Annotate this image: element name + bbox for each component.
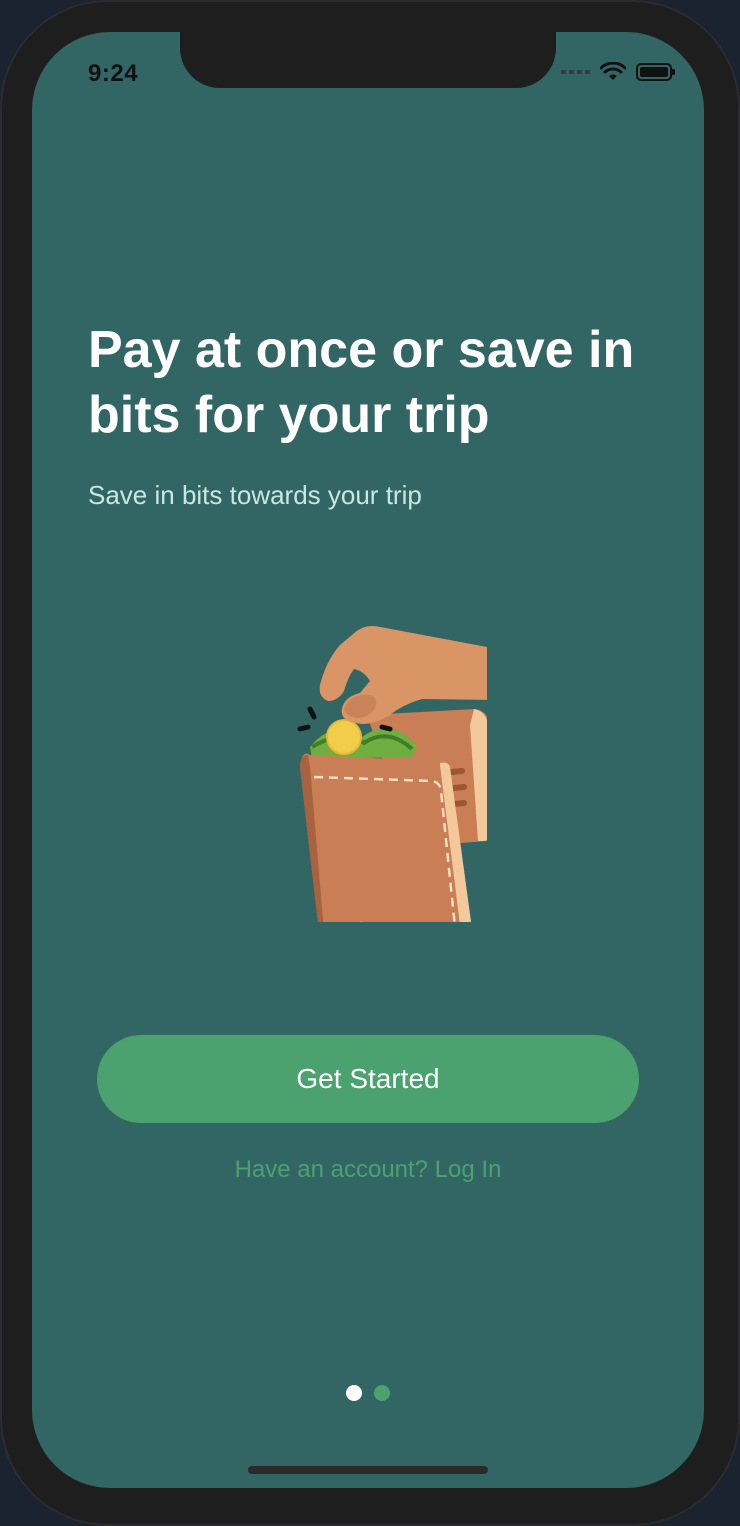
battery-icon [636,63,675,81]
page-dot-active[interactable] [346,1385,362,1401]
screen: 9:24 Pay at once or save in bits for you… [32,32,704,1488]
get-started-button[interactable]: Get Started [97,1035,639,1123]
wifi-icon [600,62,626,80]
login-link[interactable]: Have an account? Log In [32,1156,704,1184]
page-subtitle: Save in bits towards your trip [88,480,422,510]
notch [180,32,556,88]
home-indicator [248,1466,488,1474]
status-time: 9:24 [88,60,139,87]
phone-frame: 9:24 Pay at once or save in bits for you… [0,0,740,1526]
cellular-signal-icon [561,70,590,74]
wallet-coin-illustration [297,626,487,922]
page-indicator [32,1385,704,1401]
page-dot[interactable] [374,1385,390,1401]
page-title: Pay at once or save in bits for your tri… [88,321,635,444]
status-icons [561,62,676,82]
